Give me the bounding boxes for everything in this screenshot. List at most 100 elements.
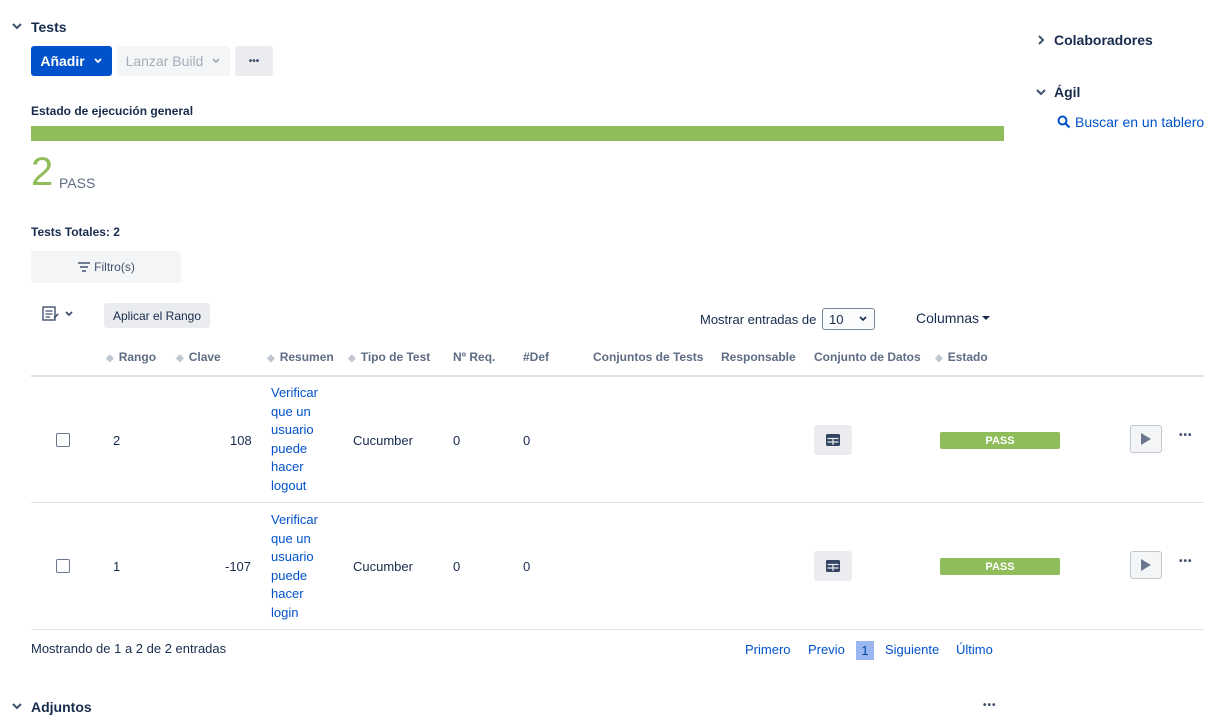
- progress-fill-pass: [31, 126, 1004, 141]
- chevron-down-icon: [65, 311, 73, 317]
- execution-progress-bar: [31, 126, 1004, 141]
- row-more-button[interactable]: •••: [1179, 556, 1193, 567]
- dataset-button[interactable]: [814, 425, 852, 455]
- columns-dropdown[interactable]: Columnas: [916, 310, 991, 326]
- chevron-right-icon[interactable]: [1035, 34, 1047, 46]
- chevron-down-icon[interactable]: [11, 20, 23, 32]
- row-summary-link[interactable]: Verificar que un usuario puede hacer log…: [271, 511, 331, 623]
- row-test-type: Cucumber: [353, 433, 413, 448]
- pass-count: 2: [31, 150, 54, 194]
- summary-line: usuario: [271, 549, 314, 565]
- column-header-status[interactable]: ◆ Estado: [935, 350, 988, 364]
- row-rank: 1: [113, 559, 121, 574]
- summary-line: logout: [271, 477, 307, 493]
- caret-down-icon: [982, 316, 991, 320]
- row-test-type: Cucumber: [353, 559, 413, 574]
- summary-line: Verificar: [271, 385, 318, 400]
- row-more-button[interactable]: •••: [1179, 430, 1193, 441]
- column-header-test-type[interactable]: ◆ Tipo de Test: [348, 350, 430, 364]
- collaborators-section-title[interactable]: Colaboradores: [1054, 32, 1153, 48]
- summary-line: que un: [271, 530, 311, 546]
- column-header-assignee[interactable]: Responsable: [721, 350, 796, 364]
- columns-label: Columnas: [916, 310, 980, 326]
- column-header-def[interactable]: #Def: [523, 350, 549, 364]
- agile-section-title[interactable]: Ágil: [1054, 84, 1080, 100]
- tests-section-title: Tests: [31, 19, 67, 35]
- row-key-link[interactable]: 108: [230, 433, 252, 448]
- filter-label: Filtro(s): [94, 260, 135, 274]
- column-header-key-label: Clave: [188, 350, 221, 364]
- list-edit-icon: [42, 306, 59, 321]
- column-header-rank[interactable]: ◆ Rango: [106, 350, 156, 364]
- row-checkbox[interactable]: [56, 559, 70, 573]
- summary-line: puede: [271, 567, 308, 583]
- play-icon: [1141, 433, 1151, 445]
- execution-heading: Estado de ejecución general: [31, 104, 194, 118]
- column-header-summary[interactable]: ◆ Resumen: [267, 350, 334, 364]
- filter-icon: [78, 262, 91, 272]
- pagination-first[interactable]: Primero: [745, 642, 791, 657]
- summary-line: puede: [271, 440, 308, 456]
- status-badge: PASS: [940, 558, 1060, 575]
- execute-button[interactable]: [1130, 425, 1162, 453]
- pagination-current-page[interactable]: 1: [856, 641, 874, 660]
- attachments-section-title: Adjuntos: [31, 699, 92, 715]
- search-board-label: Buscar en un tablero: [1075, 114, 1205, 130]
- sort-icon: ◆: [106, 353, 114, 364]
- chevron-down-icon: [859, 316, 867, 322]
- pagination-next[interactable]: Siguiente: [885, 642, 939, 657]
- attachments-more-button[interactable]: •••: [983, 700, 997, 711]
- apply-range-label: Aplicar el Rango: [112, 308, 202, 323]
- table-icon: [826, 434, 840, 446]
- play-icon: [1141, 559, 1151, 571]
- summary-line: hacer: [271, 586, 304, 602]
- row-req-count: 0: [453, 559, 461, 574]
- sort-icon: ◆: [348, 353, 356, 364]
- row-summary-link[interactable]: Verificar que un usuario puede hacer log…: [271, 384, 331, 496]
- row-divider: [31, 629, 1204, 630]
- chevron-down-icon[interactable]: [1035, 86, 1047, 98]
- entries-per-page-value: 10: [829, 311, 844, 327]
- add-label: Añadir: [40, 53, 85, 69]
- chevron-down-icon: [212, 58, 221, 64]
- column-header-rank-label: Rango: [118, 350, 157, 364]
- column-header-req[interactable]: Nº Req.: [453, 350, 495, 364]
- dataset-button[interactable]: [814, 551, 852, 581]
- row-req-count: 0: [453, 433, 461, 448]
- summary-line: login: [271, 604, 299, 620]
- chevron-down-icon[interactable]: [11, 700, 23, 712]
- table-row: 2 108 Verificar que un usuario puede hac…: [31, 377, 1204, 502]
- column-header-test-sets[interactable]: Conjuntos de Tests: [593, 350, 703, 364]
- sort-icon: ◆: [176, 353, 184, 364]
- row-def-count: 0: [523, 433, 531, 448]
- add-button[interactable]: Añadir: [31, 46, 112, 76]
- column-header-status-label: Estado: [947, 350, 988, 364]
- show-entries-label: Mostrar entradas de: [700, 312, 817, 327]
- sort-icon: ◆: [267, 353, 275, 364]
- more-icon: •••: [248, 55, 260, 67]
- column-header-test-type-label: Tipo de Test: [360, 350, 431, 364]
- summary-line: Verificar: [271, 512, 318, 527]
- row-checkbox[interactable]: [56, 433, 70, 447]
- more-actions-button[interactable]: •••: [235, 46, 273, 76]
- execute-button[interactable]: [1130, 551, 1162, 579]
- filter-button[interactable]: Filtro(s): [31, 251, 181, 283]
- row-key-link[interactable]: -107: [225, 559, 251, 574]
- chevron-down-icon: [94, 58, 102, 64]
- launch-build-button[interactable]: Lanzar Build: [117, 46, 230, 76]
- table-icon: [826, 560, 840, 572]
- summary-line: hacer: [271, 459, 304, 475]
- column-header-dataset[interactable]: Conjunto de Datos: [814, 350, 921, 364]
- search-board-link[interactable]: Buscar en un tablero: [1057, 114, 1204, 130]
- column-selector-button[interactable]: [42, 305, 76, 323]
- column-header-summary-label: Resumen: [279, 350, 334, 364]
- launch-build-label: Lanzar Build: [125, 53, 204, 69]
- pagination-last[interactable]: Último: [956, 642, 993, 657]
- status-badge: PASS: [940, 432, 1060, 449]
- entries-per-page-select[interactable]: 10: [822, 308, 875, 330]
- column-header-key[interactable]: ◆ Clave: [176, 350, 221, 364]
- apply-range-button[interactable]: Aplicar el Rango: [104, 303, 210, 328]
- row-rank: 2: [113, 433, 121, 448]
- pagination-previous[interactable]: Previo: [808, 642, 845, 657]
- entries-info: Mostrando de 1 a 2 de 2 entradas: [31, 641, 227, 656]
